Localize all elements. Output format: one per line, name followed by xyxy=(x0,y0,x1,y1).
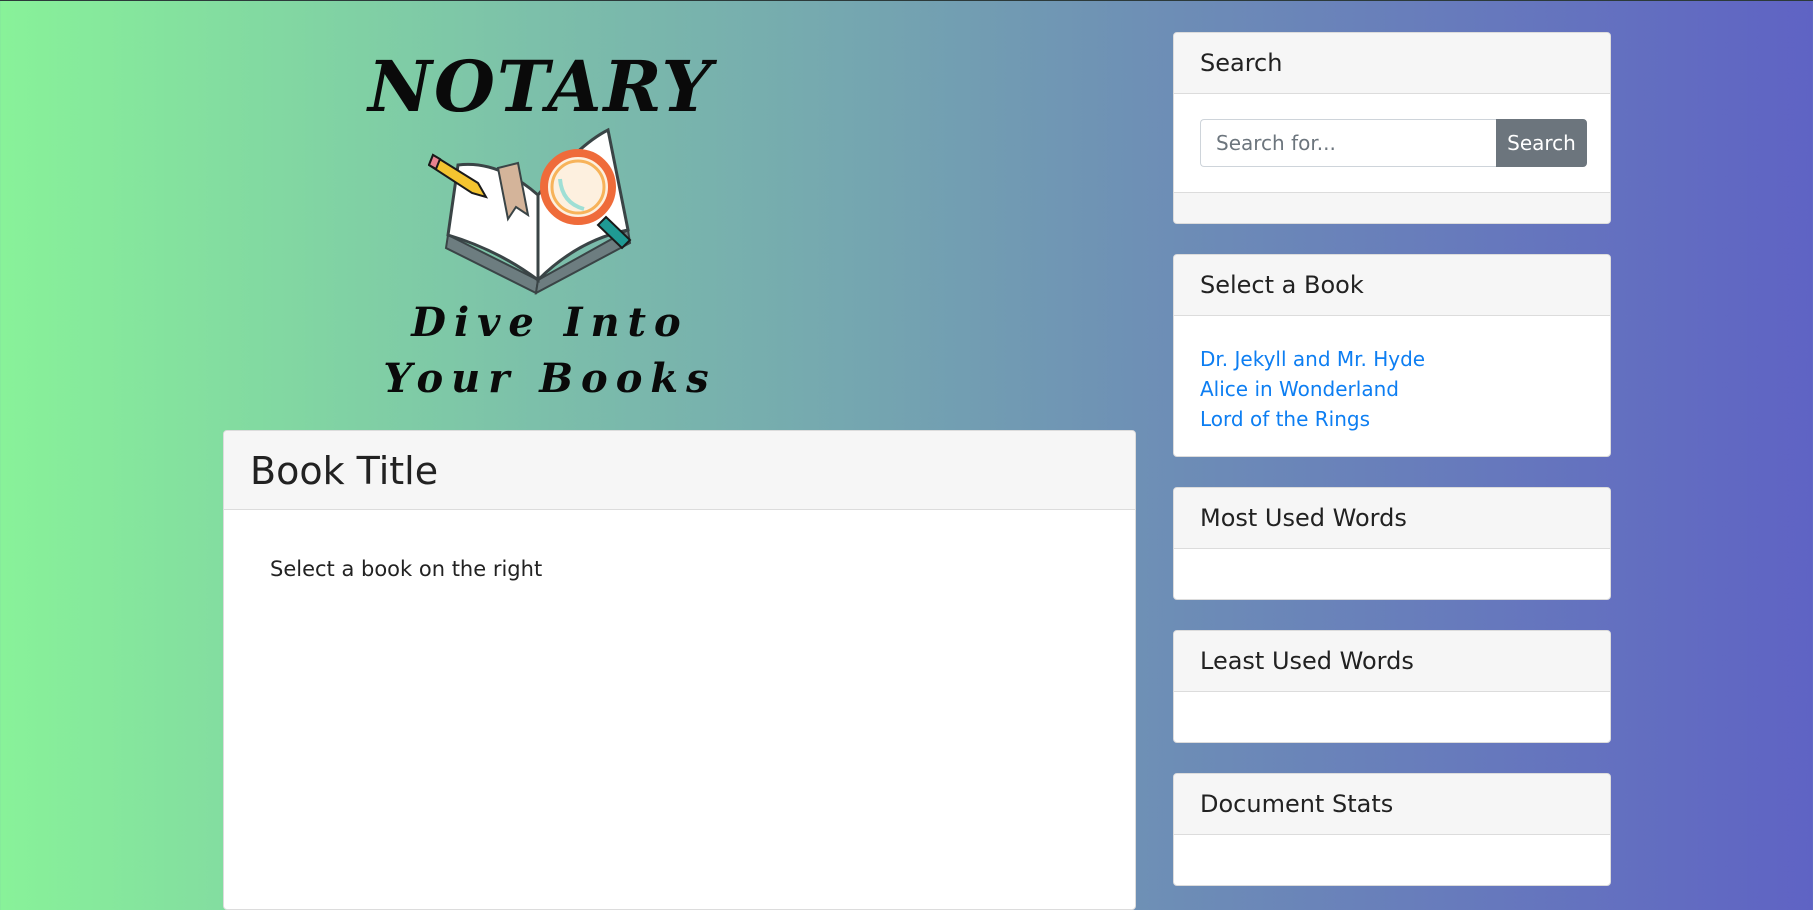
list-item: Lord of the Rings xyxy=(1200,404,1425,434)
most-used-words-heading: Most Used Words xyxy=(1174,488,1610,549)
search-button[interactable]: Search xyxy=(1496,119,1587,167)
book-link-alice[interactable]: Alice in Wonderland xyxy=(1200,377,1399,401)
select-book-heading: Select a Book xyxy=(1174,255,1610,316)
book-illustration xyxy=(428,127,632,295)
book-content-card: Book Title Select a book on the right xyxy=(223,430,1136,910)
notary-logo: NOTARY Dive Into Your Books xyxy=(360,37,740,407)
book-title: Book Title xyxy=(224,431,1135,510)
least-used-words-heading: Least Used Words xyxy=(1174,631,1610,692)
logo-tagline-line2: Your Books xyxy=(383,355,717,402)
document-stats-card: Document Stats xyxy=(1173,773,1611,886)
most-used-words-card: Most Used Words xyxy=(1173,487,1611,600)
logo-tagline-line1: Dive Into xyxy=(411,299,689,346)
search-card-footer xyxy=(1174,192,1610,223)
book-content-placeholder: Select a book on the right xyxy=(270,557,543,581)
book-link-jekyll-hyde[interactable]: Dr. Jekyll and Mr. Hyde xyxy=(1200,347,1425,371)
document-stats-heading: Document Stats xyxy=(1174,774,1610,835)
search-input[interactable] xyxy=(1200,119,1496,167)
least-used-words-card: Least Used Words xyxy=(1173,630,1611,743)
search-input-group: Search xyxy=(1200,119,1587,167)
book-link-lotr[interactable]: Lord of the Rings xyxy=(1200,407,1370,431)
book-list: Dr. Jekyll and Mr. Hyde Alice in Wonderl… xyxy=(1200,344,1425,434)
search-card: Search Search xyxy=(1173,32,1611,224)
search-heading: Search xyxy=(1174,33,1610,94)
list-item: Alice in Wonderland xyxy=(1200,374,1425,404)
select-book-card: Select a Book Dr. Jekyll and Mr. Hyde Al… xyxy=(1173,254,1611,457)
list-item: Dr. Jekyll and Mr. Hyde xyxy=(1200,344,1425,374)
